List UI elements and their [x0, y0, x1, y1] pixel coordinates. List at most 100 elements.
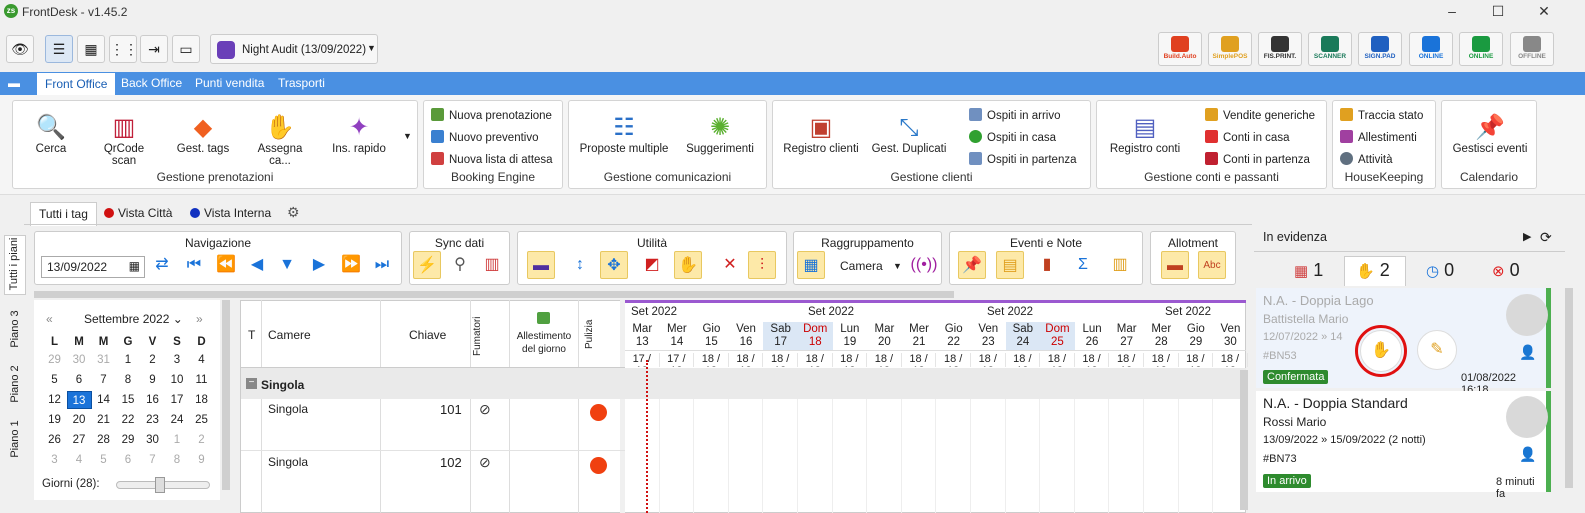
calendar-day[interactable]: 9 — [140, 371, 165, 389]
clear-icon[interactable]: ✕ — [716, 251, 744, 279]
side-tab-piano-3[interactable]: Piano 3 — [9, 304, 21, 354]
device-button-online[interactable]: ONLINE — [1409, 32, 1453, 66]
chevron-down-icon[interactable]: ▼ — [403, 131, 412, 141]
marker-icon[interactable]: ⫶ — [748, 251, 776, 279]
ins-rapido-button[interactable]: ✦ Ins. rapido — [329, 113, 389, 155]
next-month-icon[interactable]: » — [196, 312, 203, 326]
day-header[interactable]: Mar 27 — [1109, 322, 1144, 350]
chevron-down-icon[interactable]: ▼ — [893, 261, 902, 271]
edit-button[interactable]: ✎ — [1417, 330, 1457, 370]
proposte-multiple-button[interactable]: ☷ Proposte multiple — [577, 113, 671, 155]
pin-icon[interactable]: 📌 — [958, 251, 986, 279]
calendar-day[interactable]: 31 — [91, 351, 116, 369]
calendar-day[interactable]: 20 — [67, 411, 92, 429]
grid-scrollbar[interactable] — [1240, 370, 1248, 510]
assign-room-button[interactable]: ✋ — [1360, 330, 1402, 372]
calendar-day[interactable]: 6 — [67, 371, 92, 389]
day-header[interactable]: Ven 23 — [971, 322, 1006, 350]
height-icon[interactable]: ↕ — [566, 251, 594, 279]
night-audit-dropdown[interactable]: Night Audit (13/09/2022) ▼ — [210, 34, 378, 64]
registro-clienti-button[interactable]: ▣ Registro clienti — [779, 113, 863, 155]
calendar-day[interactable]: 29 — [116, 431, 141, 449]
device-button-simplepos[interactable]: SimplePOS — [1208, 32, 1252, 66]
counter-calendar[interactable]: ▦ 1 — [1294, 260, 1323, 281]
calendar-day[interactable]: 3 — [42, 451, 67, 469]
calendar-day[interactable]: 17 — [165, 391, 190, 409]
calendar-day[interactable]: 30 — [67, 351, 92, 369]
calendar-day[interactable]: 2 — [140, 351, 165, 369]
conti-in-casa-button[interactable]: Conti in casa — [1205, 130, 1289, 144]
tab-vista-citta[interactable]: Vista Città — [96, 202, 180, 226]
vendite-generiche-button[interactable]: Vendite generiche — [1205, 108, 1315, 122]
calendar-day[interactable]: 30 — [140, 431, 165, 449]
slider-thumb[interactable] — [155, 477, 165, 493]
fast-forward-icon[interactable]: ⏩ — [337, 251, 365, 279]
collapse-icon[interactable]: − — [246, 378, 257, 389]
gest-tags-button[interactable]: ◆ Gest. tags — [173, 113, 233, 155]
side-tab-piano-1[interactable]: Piano 1 — [9, 414, 21, 464]
conti-in-partenza-button[interactable]: Conti in partenza — [1205, 152, 1310, 166]
date-input[interactable]: 13/09/2022 ▦ — [41, 256, 145, 278]
allestimenti-button[interactable]: Allestimenti — [1340, 130, 1417, 144]
day-header[interactable]: Mar 13 — [625, 322, 660, 350]
swap-icon[interactable]: ◩ — [638, 251, 666, 279]
day-header[interactable]: Sab 24 — [1005, 322, 1041, 350]
calendar-day[interactable]: 22 — [116, 411, 141, 429]
device-button-signpad[interactable]: SIGN.PAD — [1358, 32, 1402, 66]
cerca-button[interactable]: 🔍 Cerca — [27, 113, 75, 155]
fast-back-icon[interactable]: ⏪ — [212, 251, 240, 279]
calendar-day[interactable]: 2 — [189, 431, 214, 449]
ospiti-in-arrivo-button[interactable]: Ospiti in arrivo — [969, 108, 1061, 122]
status-dot-icon[interactable] — [590, 404, 607, 421]
last-icon[interactable]: ⏭ — [368, 251, 396, 279]
refresh-icon[interactable]: ⟳ — [1540, 229, 1552, 246]
qrcode-scan-button[interactable]: ▥ QrCode scan — [91, 113, 157, 167]
side-tab-piano-2[interactable]: Piano 2 — [9, 359, 21, 409]
calendar-scrollbar[interactable] — [222, 300, 230, 490]
day-header[interactable]: Gio 29 — [1179, 322, 1214, 350]
ospiti-in-casa-button[interactable]: Ospiti in casa — [969, 130, 1056, 144]
device-button-scanner[interactable]: SCANNER — [1308, 32, 1352, 66]
calendar-day[interactable]: 7 — [91, 371, 116, 389]
calendar-day[interactable]: 18 — [189, 391, 214, 409]
allotment-abc-icon[interactable]: Abc — [1198, 251, 1226, 279]
day-header[interactable]: Lun 26 — [1075, 322, 1110, 350]
calendar-day[interactable]: 15 — [116, 391, 141, 409]
calendar-day[interactable]: 16 — [140, 391, 165, 409]
calendar-day[interactable]: 21 — [91, 411, 116, 429]
bar-chart-icon[interactable]: ▮ — [1033, 251, 1061, 279]
calendar-day[interactable]: 4 — [67, 451, 92, 469]
day-header[interactable]: Mer 28 — [1144, 322, 1179, 350]
device-button-buildauto[interactable]: Build.Auto — [1158, 32, 1202, 66]
tab-vista-interna[interactable]: Vista Interna — [182, 202, 279, 226]
calendar-day[interactable]: 27 — [67, 431, 92, 449]
reservation-card[interactable]: N.A. - Doppia Standard Rossi Mario 13/09… — [1256, 391, 1551, 500]
broadcast-icon[interactable]: ((•)) — [910, 251, 938, 279]
counter-clock[interactable]: ◷ 0 — [1426, 260, 1454, 281]
suggerimenti-button[interactable]: ✺ Suggerimenti — [679, 113, 761, 155]
days-slider[interactable] — [116, 477, 210, 493]
first-icon[interactable]: ⏮ — [180, 251, 208, 279]
calendar-day[interactable]: 26 — [42, 431, 67, 449]
day-header[interactable]: Ven 16 — [729, 322, 764, 350]
calendar-day[interactable]: 4 — [189, 351, 214, 369]
calendar-day[interactable]: 1 — [116, 351, 141, 369]
calendar-day[interactable]: 28 — [91, 431, 116, 449]
day-header[interactable]: Lun 19 — [833, 322, 868, 350]
panel-scrollbar[interactable] — [1565, 288, 1573, 488]
calendar-day[interactable]: 10 — [165, 371, 190, 389]
plug-icon[interactable]: ⚲ — [446, 251, 474, 279]
day-header[interactable]: Ven 30 — [1213, 322, 1248, 350]
nuova-lista-attesa-button[interactable]: Nuova lista di attesa — [431, 152, 553, 166]
side-tab-tutti-i-piani[interactable]: Tutti i piani — [8, 234, 20, 294]
calendar-day[interactable]: 11 — [189, 371, 214, 389]
grouping-select[interactable]: Camera — [840, 259, 883, 273]
day-header[interactable]: Dom 25 — [1040, 322, 1075, 350]
lightning-icon[interactable]: ⚡ — [413, 251, 441, 279]
maximize-button[interactable]: ☐ — [1488, 3, 1508, 21]
reservation-card[interactable]: N.A. - Doppia Lago Battistella Mario 12/… — [1256, 288, 1551, 396]
day-header[interactable]: Mer 14 — [660, 322, 695, 350]
month-selector[interactable]: Settembre 2022 ⌄ — [84, 312, 183, 326]
day-header[interactable]: Gio 15 — [694, 322, 729, 350]
assegna-camera-button[interactable]: ✋ Assegna ca... — [247, 113, 313, 167]
